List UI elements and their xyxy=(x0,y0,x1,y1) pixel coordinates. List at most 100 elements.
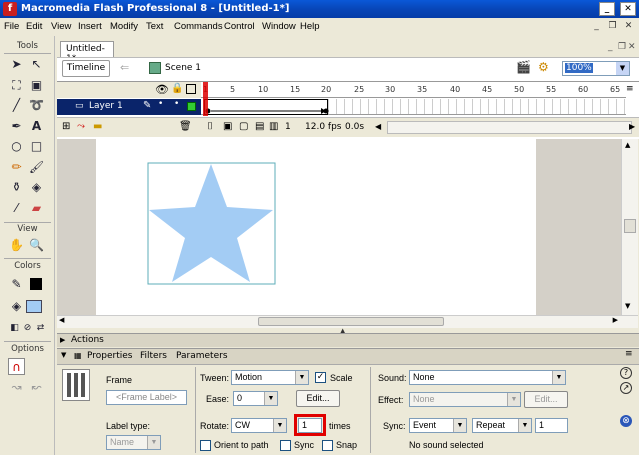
center-frame-icon[interactable]: ⌷ xyxy=(207,121,213,132)
onion-outlines-icon[interactable]: ▢ xyxy=(239,121,248,132)
menu-file[interactable]: File xyxy=(4,21,19,32)
effect-select[interactable]: None ▼ xyxy=(409,392,521,407)
doc-panel-close-icon[interactable]: ✕ xyxy=(628,42,636,52)
menu-text[interactable]: Text xyxy=(146,21,163,32)
menu-insert[interactable]: Insert xyxy=(78,21,102,32)
timeline-hscroll[interactable] xyxy=(387,121,632,134)
oval-tool-icon[interactable]: ○ xyxy=(8,138,25,155)
lock-icon[interactable]: 🔒 xyxy=(171,83,183,94)
orient-to-path-checkbox[interactable] xyxy=(200,440,211,451)
ease-edit-button[interactable]: Edit... xyxy=(296,390,340,407)
smooth-icon[interactable]: ↝ xyxy=(8,379,25,396)
doc-minimize-icon[interactable]: _ xyxy=(590,20,603,33)
chevron-down-icon[interactable]: ▼ xyxy=(507,393,520,406)
back-arrow-icon[interactable]: ⇐ xyxy=(120,61,129,74)
scroll-left-icon[interactable]: ◀ xyxy=(375,122,381,131)
swap-colors-icon[interactable]: ⇄ xyxy=(32,320,49,337)
actions-title[interactable]: Actions xyxy=(71,335,104,345)
insert-layer-icon[interactable]: ⊞ xyxy=(62,121,70,132)
close-icon[interactable]: ✕ xyxy=(620,2,636,16)
timeline-options-icon[interactable]: ≡ xyxy=(626,84,634,94)
outline-icon[interactable] xyxy=(186,84,196,94)
menu-edit[interactable]: Edit xyxy=(26,21,42,32)
menu-commands[interactable]: Commands xyxy=(174,21,223,32)
show-hide-eye-icon[interactable]: 👁 xyxy=(155,83,169,96)
hscroll-thumb[interactable] xyxy=(258,317,444,326)
tab-parameters[interactable]: Parameters xyxy=(176,351,228,361)
tab-filters[interactable]: Filters xyxy=(140,351,167,361)
ease-input[interactable]: 0 ▼ xyxy=(233,391,278,406)
stroke-color-swatch[interactable] xyxy=(30,278,42,290)
modify-onion-markers-icon[interactable]: ▥ xyxy=(269,121,278,132)
rectangle-tool-icon[interactable]: □ xyxy=(28,138,45,155)
scene-label[interactable]: Scene 1 xyxy=(165,63,201,73)
brush-tool-icon[interactable]: 🖌 xyxy=(28,159,45,176)
document-tab[interactable]: Untitled-1* xyxy=(60,41,114,64)
paint-bucket-icon[interactable]: ◈ xyxy=(28,179,45,196)
delete-layer-icon[interactable]: 🗑 xyxy=(179,121,192,132)
line-tool-icon[interactable]: ╱ xyxy=(8,97,25,114)
zoom-tool-icon[interactable]: 🔍 xyxy=(28,237,45,254)
text-tool-icon[interactable]: A xyxy=(28,118,45,135)
help-icon[interactable]: ? xyxy=(620,367,632,379)
layer-row[interactable]: ▭ Layer 1 ✎ • • xyxy=(57,99,201,115)
menu-window[interactable]: Window xyxy=(262,21,296,32)
pen-tool-icon[interactable]: ✒ xyxy=(8,118,25,135)
stroke-color-icon[interactable]: ✎ xyxy=(8,276,25,293)
doc-panel-restore-icon[interactable]: ❐ xyxy=(618,42,626,52)
visible-dot-icon[interactable]: • xyxy=(158,99,163,109)
menu-control[interactable]: Control xyxy=(224,21,255,32)
rotate-select[interactable]: CW ▼ xyxy=(231,418,287,433)
hand-tool-icon[interactable]: ✋ xyxy=(8,237,25,254)
scale-checkbox[interactable]: ✓ xyxy=(315,372,326,383)
sync-event-select[interactable]: Event ▼ xyxy=(409,418,467,433)
chevron-down-icon[interactable]: ▼ xyxy=(273,419,286,432)
onion-skin-icon[interactable]: ▣ xyxy=(223,121,232,132)
playhead[interactable] xyxy=(203,82,208,116)
collapse-properties-icon[interactable]: ⊗ xyxy=(620,415,632,427)
tab-properties[interactable]: Properties xyxy=(87,351,132,361)
minimize-icon[interactable]: _ xyxy=(599,2,615,16)
outline-color-icon[interactable] xyxy=(187,102,196,111)
sync-repeat-select[interactable]: Repeat ▼ xyxy=(472,418,532,433)
label-type-select[interactable]: Name ▼ xyxy=(106,435,161,450)
insert-folder-icon[interactable]: ▬ xyxy=(93,121,102,132)
frame-label-input[interactable]: <Frame Label> xyxy=(106,390,187,405)
scroll-down-icon[interactable]: ▼ xyxy=(625,302,630,310)
actions-panel-bar[interactable]: ▶ Actions xyxy=(57,333,639,347)
lock-dot-icon[interactable]: • xyxy=(174,99,179,109)
scroll-right-icon[interactable]: ▶ xyxy=(613,316,618,324)
doc-close-icon[interactable]: ✕ xyxy=(622,20,635,33)
scroll-left-icon[interactable]: ◀ xyxy=(59,316,64,324)
zoom-select[interactable]: 100% ▼ xyxy=(562,61,630,76)
repeat-count-input[interactable]: 1 xyxy=(535,418,568,433)
chevron-down-icon[interactable]: ▼ xyxy=(453,419,466,432)
add-motion-guide-icon[interactable]: ⤳ xyxy=(77,121,85,132)
effect-edit-button[interactable]: Edit... xyxy=(524,391,568,408)
motion-tween-span[interactable] xyxy=(204,99,329,115)
edit-scene-icon[interactable]: 🎬 xyxy=(516,60,531,74)
eyedropper-icon[interactable]: ⁄ xyxy=(8,200,25,217)
sync-checkbox[interactable] xyxy=(280,440,291,451)
doc-restore-icon[interactable]: ❐ xyxy=(606,20,619,33)
layer-name[interactable]: Layer 1 xyxy=(89,101,123,111)
expand-arrow-icon[interactable]: ▶ xyxy=(60,336,65,344)
timeline-toggle-button[interactable]: Timeline xyxy=(62,60,110,77)
chevron-down-icon[interactable]: ▼ xyxy=(264,392,277,405)
collapse-arrow-icon[interactable]: ▼ xyxy=(61,351,66,359)
rotate-times-input[interactable]: 1 xyxy=(298,418,322,433)
menu-modify[interactable]: Modify xyxy=(110,21,138,32)
accessibility-icon[interactable]: ↗ xyxy=(620,382,632,394)
snap-magnet-icon[interactable]: ∩ xyxy=(8,358,25,375)
vscroll-thumb[interactable] xyxy=(624,219,636,233)
selection-tool-icon[interactable]: ➤ xyxy=(8,56,25,73)
chevron-down-icon[interactable]: ▼ xyxy=(295,371,308,384)
lasso-tool-icon[interactable]: ➰ xyxy=(28,97,45,114)
star-shape[interactable] xyxy=(147,162,277,286)
chevron-down-icon[interactable]: ▼ xyxy=(552,371,565,384)
eraser-icon[interactable]: ▰ xyxy=(28,200,45,217)
scroll-up-icon[interactable]: ▲ xyxy=(625,141,630,149)
sound-select[interactable]: None ▼ xyxy=(409,370,566,385)
snap-checkbox[interactable] xyxy=(322,440,333,451)
fill-color-swatch[interactable] xyxy=(26,300,42,313)
